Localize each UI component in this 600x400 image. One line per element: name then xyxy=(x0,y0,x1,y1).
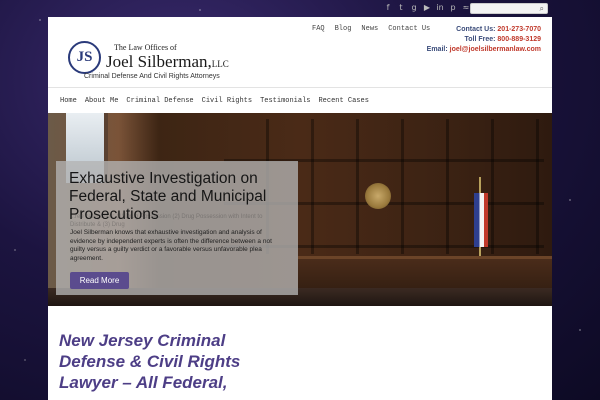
email-row: Email: joel@joelsilbermanlaw.com xyxy=(427,45,541,55)
link-blog[interactable]: Blog xyxy=(335,25,352,33)
logo-suffix: LLC xyxy=(211,59,229,69)
nav-item-about-me[interactable]: About Me xyxy=(85,97,119,105)
email-link[interactable]: joel@joelsilbermanlaw.com xyxy=(450,46,541,53)
court-seal xyxy=(365,183,391,209)
logo-emblem: JS xyxy=(68,41,101,74)
logo-name: Joel Silberman,LLC xyxy=(106,52,229,72)
main-nav: Home About Me Criminal Defense Civil Rig… xyxy=(48,87,552,113)
contact-us-phone[interactable]: 201-273-7070 xyxy=(497,26,541,33)
social-icons: f t g ▶ in p ≈ xyxy=(384,4,470,12)
toll-free-phone[interactable]: 800-889-3129 xyxy=(497,36,541,43)
read-more-button[interactable]: Read More xyxy=(70,272,129,289)
top-bar: f t g ▶ in p ≈ ⌕ xyxy=(0,0,600,17)
nav-item-recent-cases[interactable]: Recent Cases xyxy=(318,97,368,105)
toll-free-label: Toll Free: xyxy=(464,36,496,43)
rss-icon[interactable]: ≈ xyxy=(462,4,470,12)
hero-body: Joel Silberman knows that exhaustive inv… xyxy=(70,229,272,262)
main-panel: JS The Law Offices of Joel Silberman,LLC… xyxy=(48,17,552,400)
link-contact-us[interactable]: Contact Us xyxy=(388,25,430,33)
top-links: FAQ Blog News Contact Us xyxy=(312,25,430,33)
contact-us-label: Contact Us: xyxy=(456,26,496,33)
hero-title: Exhaustive Investigation on Federal, Sta… xyxy=(69,170,267,223)
nav-item-criminal-defense[interactable]: Criminal Defense xyxy=(126,97,193,105)
logo-line1: The Law Offices of xyxy=(114,43,177,52)
email-label: Email: xyxy=(426,46,448,53)
logo-tagline: Criminal Defense And Civil Rights Attorn… xyxy=(84,73,220,80)
google-plus-icon[interactable]: g xyxy=(410,4,418,12)
nav-item-testimonials[interactable]: Testimonials xyxy=(260,97,310,105)
search-icon[interactable]: ⌕ xyxy=(540,4,544,14)
twitter-icon[interactable]: t xyxy=(397,4,405,12)
toll-free-row: Toll Free: 800-889-3129 xyxy=(427,35,541,45)
logo-name-text: Joel Silberman, xyxy=(106,52,212,71)
search-input[interactable]: ⌕ xyxy=(470,3,548,14)
site-logo[interactable]: JS The Law Offices of Joel Silberman,LLC… xyxy=(68,39,229,91)
pinterest-icon[interactable]: p xyxy=(449,4,457,12)
page-headline: New Jersey Criminal Defense & Civil Righ… xyxy=(59,331,241,392)
flag xyxy=(474,193,488,247)
nav-item-civil-rights[interactable]: Civil Rights xyxy=(202,97,252,105)
hero-slider: ...ree categories: (1) Drug Possession (… xyxy=(48,113,552,306)
youtube-icon[interactable]: ▶ xyxy=(423,4,431,12)
facebook-icon[interactable]: f xyxy=(384,4,392,12)
linkedin-icon[interactable]: in xyxy=(436,4,444,12)
contact-info: Contact Us: 201-273-7070 Toll Free: 800-… xyxy=(427,25,541,55)
contact-phone-row: Contact Us: 201-273-7070 xyxy=(427,25,541,35)
nav-item-home[interactable]: Home xyxy=(60,97,77,105)
link-faq[interactable]: FAQ xyxy=(312,25,325,33)
link-news[interactable]: News xyxy=(361,25,378,33)
hero-caption: ...ree categories: (1) Drug Possession (… xyxy=(56,161,298,295)
